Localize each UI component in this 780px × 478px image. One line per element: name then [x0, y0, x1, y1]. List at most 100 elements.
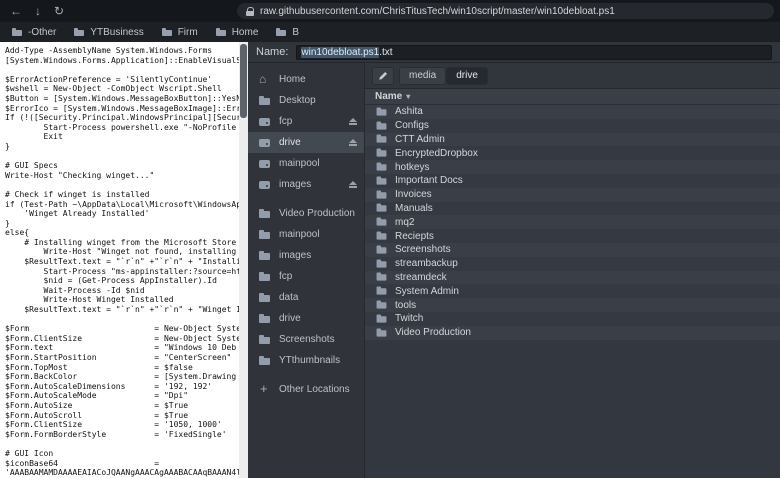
folder-icon — [258, 334, 271, 346]
folder-icon — [376, 231, 388, 242]
scrollbar-thumb[interactable] — [240, 44, 247, 118]
folder-row[interactable]: Reciepts — [365, 229, 780, 243]
bookmarks-bar: -Other YTBusiness Firm Home B — [0, 22, 780, 42]
eject-icon[interactable] — [348, 181, 358, 188]
folder-icon — [376, 313, 388, 324]
sidebar-item-label: fcp — [279, 116, 293, 127]
sidebar-item-ytthumbnails[interactable]: YTthumbnails — [248, 350, 364, 371]
breadcrumb-media[interactable]: media — [399, 66, 447, 85]
filename-input[interactable]: win10debloat.ps1 .txt — [296, 44, 772, 60]
sidebar-item-mainpool[interactable]: mainpool — [248, 224, 364, 245]
sidebar-item-label: Home — [279, 74, 306, 85]
type-filename-button[interactable] — [372, 66, 394, 85]
folder-name: Invoices — [395, 189, 432, 201]
folder-row[interactable]: System Admin — [365, 284, 780, 299]
folder-row[interactable]: Configs — [365, 118, 780, 133]
sidebar-item-drive[interactable]: drive — [248, 308, 364, 329]
folder-row[interactable]: Invoices — [365, 187, 780, 202]
folder-icon — [376, 272, 388, 283]
sidebar-item-screenshots[interactable]: Screenshots — [248, 329, 364, 350]
folder-row[interactable]: EncryptedDropbox — [365, 146, 780, 161]
refresh-icon[interactable]: ↻ — [54, 5, 64, 17]
folder-row[interactable]: streamdeck — [365, 270, 780, 285]
script-text: Add-Type -AssemblyName System.Windows.Fo… — [5, 46, 246, 478]
folder-row[interactable]: Video Production — [365, 325, 780, 340]
bookmark-label: -Other — [28, 26, 57, 38]
eject-icon[interactable] — [348, 139, 358, 146]
sidebar-item-label: mainpool — [279, 158, 320, 169]
eject-icon[interactable] — [348, 118, 358, 125]
download-icon[interactable]: ↓ — [35, 5, 41, 17]
folder-row[interactable]: Important Docs — [365, 173, 780, 188]
folder-icon — [376, 217, 388, 228]
sidebar-item-label: Other Locations — [279, 384, 350, 395]
bookmark-item[interactable]: Home — [215, 27, 258, 38]
dialog-body: Home Desktop fcp drive mainpool images V… — [248, 63, 780, 478]
sidebar-item-video-production[interactable]: Video Production — [248, 203, 364, 224]
folder-name: Configs — [395, 120, 429, 132]
back-icon[interactable]: ← — [10, 5, 22, 17]
folder-icon — [376, 327, 388, 338]
folder-row[interactable]: Twitch — [365, 311, 780, 326]
breadcrumb-drive[interactable]: drive — [446, 66, 488, 85]
folder-icon — [258, 355, 271, 367]
folder-icon — [258, 292, 271, 304]
sidebar-item-drive[interactable]: drive — [248, 132, 364, 153]
bookmark-item[interactable]: YTBusiness — [74, 26, 144, 38]
folder-row[interactable]: Ashita — [365, 105, 780, 119]
sidebar-item-mainpool[interactable]: mainpool — [248, 153, 364, 174]
drive-icon — [258, 116, 271, 128]
sidebar-item-other-locations[interactable]: Other Locations — [248, 379, 364, 400]
folder-row[interactable]: CTT Admin — [365, 132, 780, 147]
bookmark-item[interactable]: B — [276, 27, 299, 38]
path-bar-crumbs: media drive — [399, 66, 488, 85]
folder-row[interactable]: hotkeys — [365, 160, 780, 174]
filename-suffix-text: .txt — [379, 46, 393, 58]
bookmark-folder-icon — [276, 27, 287, 37]
folder-name: CTT Admin — [395, 133, 445, 145]
bookmark-folder-icon — [215, 27, 227, 37]
sidebar-item-fcp[interactable]: fcp — [248, 266, 364, 287]
folder-name: Ashita — [395, 106, 423, 118]
url-bar[interactable]: raw.githubusercontent.com/ChrisTitusTech… — [237, 3, 774, 19]
bookmark-item[interactable]: -Other — [12, 27, 56, 38]
sidebar-item-label: drive — [279, 313, 301, 324]
folder-icon — [376, 120, 388, 131]
page-content: Add-Type -AssemblyName System.Windows.Fo… — [0, 42, 248, 478]
sidebar-item-desktop[interactable]: Desktop — [248, 90, 364, 111]
folder-row[interactable]: streambackup — [365, 256, 780, 271]
sort-arrow-icon: ▾ — [406, 92, 411, 101]
sidebar-item-label: drive — [279, 137, 301, 148]
sidebar-item-label: data — [279, 292, 299, 303]
folder-name: streambackup — [395, 258, 458, 270]
folder-icon — [376, 189, 388, 200]
sidebar-item-label: images — [279, 250, 312, 261]
drive-icon — [258, 158, 271, 170]
sidebar-item-label: Screenshots — [279, 334, 335, 345]
sidebar-item-home[interactable]: Home — [248, 69, 364, 90]
sidebar-item-label: fcp — [279, 271, 293, 282]
sidebar-item-images[interactable]: images — [248, 245, 364, 266]
folder-icon — [376, 300, 388, 311]
folder-icon — [376, 148, 388, 159]
folder-row[interactable]: tools — [365, 298, 780, 312]
filename-selected-text: win10debloat.ps1 — [301, 46, 380, 58]
bookmark-folder-icon — [12, 27, 23, 37]
sidebar-item-images[interactable]: images — [248, 174, 364, 195]
bookmark-label: YTBusiness — [90, 26, 144, 38]
folder-icon — [258, 250, 271, 262]
save-dialog: Name: win10debloat.ps1.txt Home Desktop … — [248, 42, 780, 478]
folder-row[interactable]: Screenshots — [365, 242, 780, 257]
bookmark-item[interactable]: Firm — [161, 27, 198, 38]
sidebar-item-fcp[interactable]: fcp — [248, 111, 364, 132]
list-header-name[interactable]: Name ▾ — [365, 89, 780, 105]
bookmark-folder-icon — [161, 27, 173, 37]
screen: ← ↓ ↻ raw.githubusercontent.com/ChrisTit… — [0, 0, 780, 478]
lock-icon — [246, 6, 254, 16]
page-scrollbar[interactable] — [239, 42, 248, 478]
sidebar-item-data[interactable]: data — [248, 287, 364, 308]
folder-row[interactable]: mq2 — [365, 215, 780, 230]
folder-row[interactable]: Manuals — [365, 201, 780, 216]
folder-name: streamdeck — [395, 271, 447, 283]
folder-icon — [258, 313, 271, 325]
